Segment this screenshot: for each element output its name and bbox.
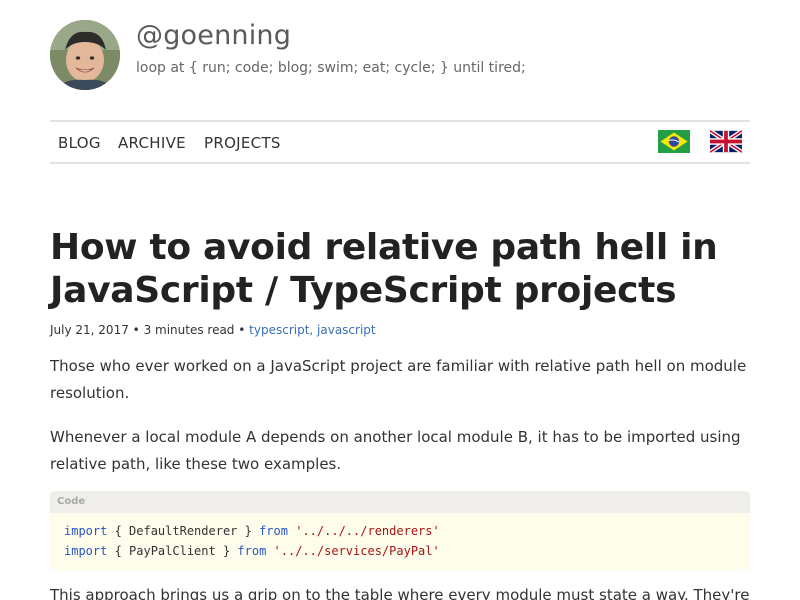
nav-item-blog[interactable]: BLOG <box>58 134 101 152</box>
site-tagline: loop at { run; code; blog; swim; eat; cy… <box>136 60 526 76</box>
nav-item-archive[interactable]: ARCHIVE <box>118 134 186 152</box>
meta-separator: • <box>234 323 250 337</box>
page: @goenning loop at { run; code; blog; swi… <box>0 0 800 600</box>
post-tags-link[interactable]: typescript, javascript <box>249 323 375 337</box>
code-line: import { PayPalClient } from '../../serv… <box>64 544 440 558</box>
uk-flag-icon[interactable] <box>710 130 742 153</box>
site-header: @goenning loop at { run; code; blog; swi… <box>50 20 750 90</box>
post-date: July 21, 2017 <box>50 323 129 337</box>
code-line: import { DefaultRenderer } from '../../.… <box>64 524 440 538</box>
paragraph: Those who ever worked on a JavaScript pr… <box>50 357 747 402</box>
main-nav: BLOG ARCHIVE PROJECTS <box>50 120 750 164</box>
code-block: Code import { DefaultRenderer } from '..… <box>50 491 750 571</box>
paragraph: This approach brings us a grip on to the… <box>50 586 750 600</box>
paragraph: Whenever a local module A depends on ano… <box>50 428 741 473</box>
post-meta: July 21, 2017 • 3 minutes read • typescr… <box>50 323 376 337</box>
nav-item-projects[interactable]: PROJECTS <box>204 134 281 152</box>
post-read-time: 3 minutes read <box>143 323 235 337</box>
code-block-header: Code <box>50 491 750 513</box>
avatar-photo-icon <box>50 20 120 90</box>
post-title: How to avoid relative path hell in JavaS… <box>50 227 718 311</box>
meta-separator: • <box>128 323 144 337</box>
avatar[interactable] <box>50 20 120 90</box>
site-title[interactable]: @goenning <box>136 20 291 51</box>
brazil-flag-icon[interactable] <box>658 130 690 153</box>
code-block-body[interactable]: import { DefaultRenderer } from '../../.… <box>50 513 750 561</box>
